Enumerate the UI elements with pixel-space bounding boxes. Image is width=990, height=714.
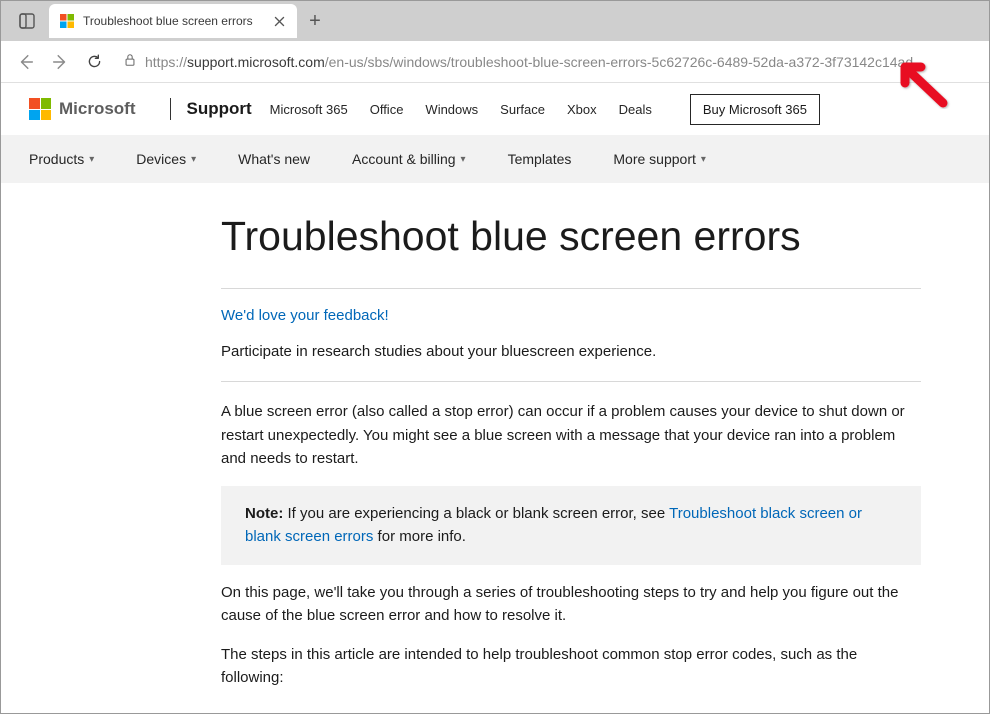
note-text-after: for more info. xyxy=(373,528,466,545)
back-button[interactable] xyxy=(9,45,43,79)
sub-nav: Products▾ Devices▾ What's new Account & … xyxy=(1,135,989,183)
refresh-button[interactable] xyxy=(77,45,111,79)
header-divider xyxy=(170,98,171,120)
note-label: Note: xyxy=(245,505,283,522)
microsoft-logo-icon xyxy=(29,98,51,120)
feedback-text: Participate in research studies about yo… xyxy=(221,340,921,363)
nav-deals[interactable]: Deals xyxy=(619,102,652,117)
nav-microsoft365[interactable]: Microsoft 365 xyxy=(270,102,348,117)
paragraph-3: The steps in this article are intended t… xyxy=(221,643,921,690)
annotation-arrow-icon xyxy=(893,59,953,112)
nav-windows[interactable]: Windows xyxy=(425,102,478,117)
chevron-down-icon: ▾ xyxy=(89,154,94,165)
divider xyxy=(221,381,921,382)
tab-close-button[interactable] xyxy=(271,13,287,29)
chevron-down-icon: ▾ xyxy=(191,154,196,165)
browser-tab-strip: Troubleshoot blue screen errors + xyxy=(1,1,989,41)
feedback-link[interactable]: We'd love your feedback! xyxy=(221,307,921,324)
browser-nav-bar: https://support.microsoft.com/en-us/sbs/… xyxy=(1,41,989,83)
tab-actions-button[interactable] xyxy=(9,3,45,39)
subnav-moresupport[interactable]: More support▾ xyxy=(613,151,706,167)
subnav-account[interactable]: Account & billing▾ xyxy=(352,151,466,167)
address-bar[interactable]: https://support.microsoft.com/en-us/sbs/… xyxy=(115,47,981,77)
tab-title: Troubleshoot blue screen errors xyxy=(83,14,263,28)
chevron-down-icon: ▾ xyxy=(701,154,706,165)
subnav-templates[interactable]: Templates xyxy=(508,151,572,167)
note-box: Note: If you are experiencing a black or… xyxy=(221,486,921,565)
page-title: Troubleshoot blue screen errors xyxy=(221,213,921,260)
new-tab-button[interactable]: + xyxy=(299,5,331,37)
lock-icon xyxy=(123,53,137,70)
intro-paragraph: A blue screen error (also called a stop … xyxy=(221,400,921,470)
note-text-before: If you are experiencing a black or blank… xyxy=(283,505,669,522)
nav-xbox[interactable]: Xbox xyxy=(567,102,597,117)
microsoft-logo[interactable]: Microsoft xyxy=(29,98,136,120)
buy-microsoft365-button[interactable]: Buy Microsoft 365 xyxy=(690,94,820,125)
subnav-devices[interactable]: Devices▾ xyxy=(136,151,196,167)
url-text: https://support.microsoft.com/en-us/sbs/… xyxy=(145,54,913,70)
divider xyxy=(221,288,921,289)
microsoft-wordmark: Microsoft xyxy=(59,99,136,119)
site-header: Microsoft Support Microsoft 365 Office W… xyxy=(1,83,989,135)
nav-surface[interactable]: Surface xyxy=(500,102,545,117)
tab-favicon-icon xyxy=(59,13,75,29)
header-nav: Microsoft 365 Office Windows Surface Xbo… xyxy=(270,94,820,125)
forward-button[interactable] xyxy=(43,45,77,79)
support-label[interactable]: Support xyxy=(187,99,252,119)
browser-tab[interactable]: Troubleshoot blue screen errors xyxy=(49,4,297,38)
page-content: Troubleshoot blue screen errors We'd lov… xyxy=(1,183,921,690)
nav-office[interactable]: Office xyxy=(370,102,404,117)
subnav-products[interactable]: Products▾ xyxy=(29,151,94,167)
subnav-whatsnew[interactable]: What's new xyxy=(238,151,310,167)
paragraph-2: On this page, we'll take you through a s… xyxy=(221,581,921,628)
chevron-down-icon: ▾ xyxy=(461,154,466,165)
